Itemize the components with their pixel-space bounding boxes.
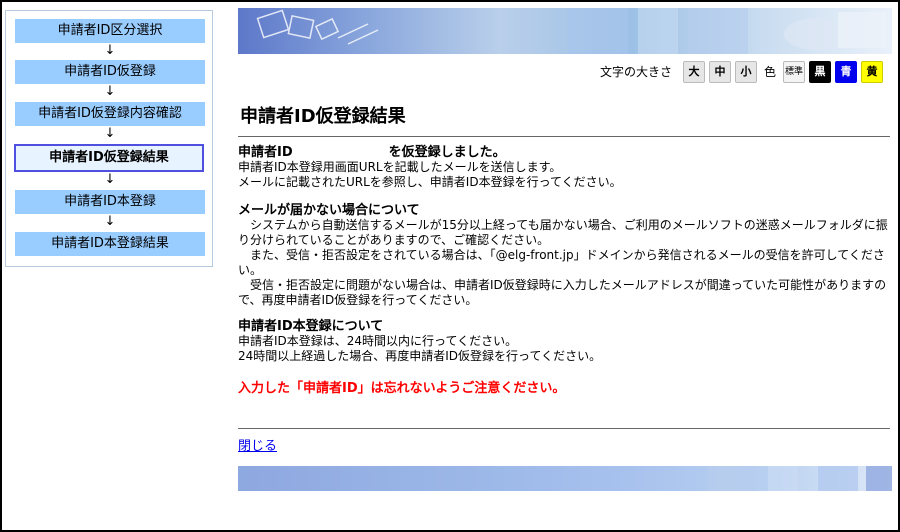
no-mail-heading: メールが届かない場合について — [238, 203, 420, 218]
step-main-register: 申請者ID本登録 — [15, 190, 205, 214]
no-mail-section: メールが届かない場合について システムから自動送信するメールが15分以上経っても… — [238, 203, 888, 308]
footer-banner — [238, 466, 892, 491]
banner-decoration-icon — [256, 8, 886, 54]
step-arrow: ↓ — [104, 172, 116, 187]
registration-line-2: メールに記載されたURLを参照し、申請者ID本登録を行ってください。 — [238, 175, 622, 189]
step-temp-register: 申請者ID仮登録 — [15, 60, 205, 84]
main-registration-section: 申請者ID本登録について 申請者ID本登録は、24時間以内に行ってください。 2… — [238, 319, 888, 364]
font-size-large-button[interactable]: 大 — [683, 61, 705, 83]
registration-heading: 申請者ID を仮登録しました。 — [238, 145, 888, 160]
step-arrow: ↓ — [104, 84, 116, 99]
color-blue-button[interactable]: 青 — [835, 61, 857, 83]
registration-message: 申請者ID を仮登録しました。 申請者ID本登録用画面URLを記載したメールを送信… — [238, 145, 888, 190]
main-registration-heading: 申請者ID本登録について — [238, 319, 384, 334]
page-frame: 申請者ID区分選択 ↓ 申請者ID仮登録 ↓ 申請者ID仮登録内容確認 ↓ 申請… — [0, 0, 900, 532]
close-link[interactable]: 閉じる — [238, 435, 277, 454]
no-mail-paragraph-1: システムから自動送信するメールが15分以上経っても届かない場合、ご利用のメールソ… — [238, 218, 888, 247]
step-temp-result-current: 申請者ID仮登録結果 — [14, 144, 204, 172]
step-id-type-select: 申請者ID区分選択 — [15, 19, 205, 43]
step-arrow: ↓ — [104, 126, 116, 141]
color-yellow-button[interactable]: 黄 — [861, 61, 883, 83]
font-size-small-button[interactable]: 小 — [735, 61, 757, 83]
main-registration-line-2: 24時間以上経過した場合、再度申請者ID仮登録を行ってください。 — [238, 349, 602, 363]
title-divider — [238, 136, 890, 137]
color-standard-button[interactable]: 標準 — [783, 61, 805, 83]
page-title: 申請者ID仮登録結果 — [240, 106, 406, 127]
step-main-result: 申請者ID本登録結果 — [15, 232, 205, 256]
font-size-medium-button[interactable]: 中 — [709, 61, 731, 83]
footer-divider — [238, 428, 890, 429]
footer-decoration-icon — [708, 466, 892, 491]
color-label: 色 — [764, 65, 777, 79]
main-registration-line-1: 申請者ID本登録は、24時間以内に行ってください。 — [238, 334, 518, 348]
step-temp-confirm: 申請者ID仮登録内容確認 — [15, 102, 205, 126]
color-black-button[interactable]: 黒 — [809, 61, 831, 83]
registration-id-label: 申請者ID — [238, 145, 293, 160]
step-arrow: ↓ — [104, 43, 116, 58]
no-mail-paragraph-2: また、受信・拒否設定をされている場合は、「@elg-front.jp」ドメインか… — [238, 248, 885, 277]
id-warning-text: 入力した「申請者ID」は忘れないようご注意ください。 — [238, 381, 566, 396]
registration-line-1: 申請者ID本登録用画面URLを記載したメールを送信します。 — [238, 160, 562, 174]
registration-done-text: を仮登録しました。 — [388, 145, 506, 160]
header-banner — [238, 8, 892, 54]
step-arrow: ↓ — [104, 214, 116, 229]
no-mail-paragraph-3: 受信・拒否設定に問題がない場合は、申請者ID仮登録時に入力したメールアドレスが間… — [238, 278, 887, 307]
font-size-label: 文字の大きさ — [600, 65, 673, 79]
step-sidebar: 申請者ID区分選択 ↓ 申請者ID仮登録 ↓ 申請者ID仮登録内容確認 ↓ 申請… — [5, 10, 213, 267]
